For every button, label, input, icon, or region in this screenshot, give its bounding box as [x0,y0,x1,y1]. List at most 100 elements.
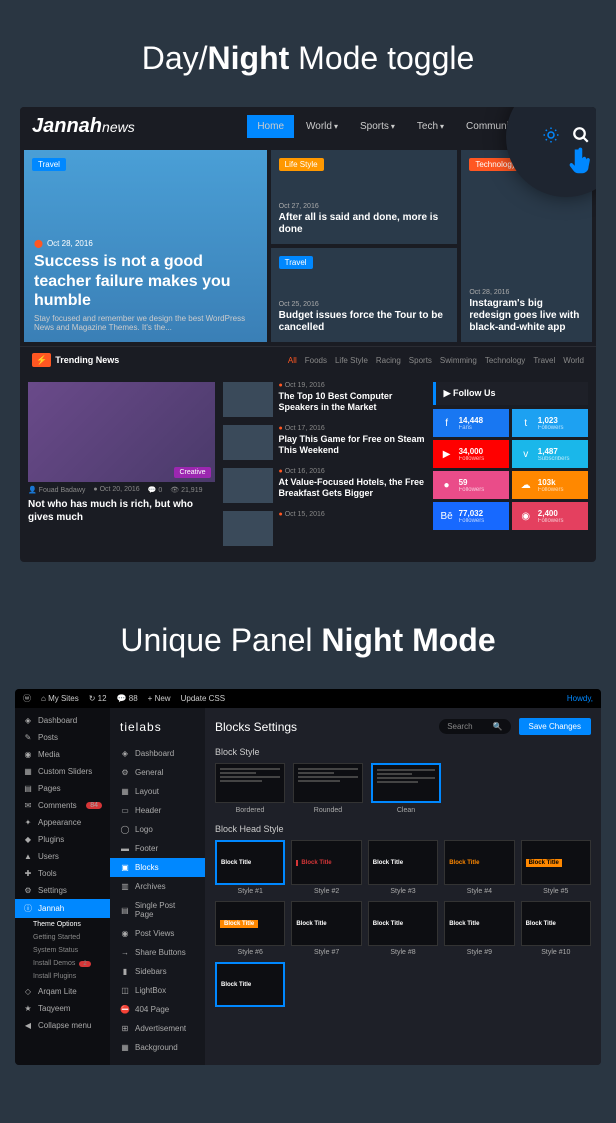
trending-cat[interactable]: Travel [533,356,555,365]
block-style-option[interactable]: Bordered [215,763,285,814]
wp-menu-item[interactable]: ⓘJannah [15,899,110,918]
wp-submenu-item[interactable]: Getting Started [15,931,110,944]
head-style-option[interactable]: Block Title [215,962,285,1010]
wp-menu-item[interactable]: ◈Dashboard [15,712,110,729]
block-style-option[interactable]: Rounded [293,763,363,814]
trending-cat[interactable]: Racing [376,356,401,365]
trending-cat[interactable]: Sports [409,356,432,365]
wp-menu-item[interactable]: ◆Plugins [15,831,110,848]
tie-menu-item[interactable]: ◈Dashboard [110,744,205,763]
hero-tag[interactable]: Travel [32,158,66,171]
wp-menu-item[interactable]: ▲Users [15,848,110,865]
tie-menu-item[interactable]: ◉Post Views [110,924,205,943]
social-icon: f [439,415,455,431]
hero-main-article[interactable]: Travel ⬤Oct 28, 2016 Success is not a go… [24,150,267,342]
new-button[interactable]: + New [148,694,171,703]
social-ig[interactable]: ◉2,400Followers [512,502,588,530]
tie-menu-item[interactable]: ▦Background [110,1038,205,1057]
head-style-option[interactable]: Block TitleStyle #2 [291,840,361,895]
social-be[interactable]: Bē77,032Followers [433,502,509,530]
head-style-option[interactable]: Block TitleStyle #1 [215,840,285,895]
howdy[interactable]: Howdy, [567,694,593,703]
tie-menu-item[interactable]: ⛔404 Page [110,1000,205,1019]
head-style-option[interactable]: Block TitleStyle #3 [368,840,438,895]
wp-menu-item[interactable]: ✚Tools [15,865,110,882]
comments-count[interactable]: 💬 88 [117,694,138,703]
hero-cell[interactable]: TravelOct 25, 2016Budget issues force th… [271,248,458,342]
wp-menu-item[interactable]: ◇Arqam Lite [15,983,110,1000]
head-style-option[interactable]: Block TitleStyle #9 [444,901,514,956]
trending-cat[interactable]: Technology [485,356,525,365]
tie-menu-item[interactable]: ▮Sidebars [110,962,205,981]
wp-submenu-item[interactable]: Install Demos2 [15,957,110,970]
trending-cat[interactable]: Life Style [335,356,368,365]
mini-article[interactable]: ● Oct 15, 2016 [223,511,425,546]
sun-icon[interactable] [542,126,560,149]
social-tw[interactable]: t1,023Followers [512,409,588,437]
trending-cat[interactable]: Foods [305,356,327,365]
wp-menu-item[interactable]: ⚙Settings [15,882,110,899]
wp-menu-item[interactable]: ◀Collapse menu [15,1017,110,1034]
tie-menu-item[interactable]: ▣Blocks [110,858,205,877]
nav-item-sports[interactable]: Sports▾ [350,115,405,138]
head-style-option[interactable]: Block TitleStyle #5 [521,840,591,895]
head-style-option[interactable]: Block TitleStyle #4 [444,840,514,895]
search-icon[interactable] [572,126,590,149]
head-style-option[interactable]: Block TitleStyle #7 [291,901,361,956]
tie-menu-item[interactable]: ◫LightBox [110,981,205,1000]
wp-menu-item[interactable]: ✉Comments84 [15,797,110,814]
block-style-option[interactable]: Clean [371,763,441,814]
head-style-option[interactable]: Block TitleStyle #6 [215,901,285,956]
tie-menu-item[interactable]: ▬Footer [110,839,205,858]
cell-tag[interactable]: Life Style [279,158,324,171]
wp-menu-item[interactable]: ▦Custom Sliders [15,763,110,780]
mini-article[interactable]: ● Oct 17, 2016Play This Game for Free on… [223,425,425,460]
wp-submenu-item[interactable]: Install Plugins [15,970,110,983]
updates-count[interactable]: ↻ 12 [89,694,107,703]
my-sites[interactable]: ⌂ My Sites [41,694,79,703]
tie-menu-item[interactable]: ◯Logo [110,820,205,839]
creative-tag[interactable]: Creative [174,467,210,478]
tie-menu-item[interactable]: ⊞Advertisement [110,1019,205,1038]
social-fb[interactable]: f14,448Fans [433,409,509,437]
mini-date: ● Oct 15, 2016 [279,511,425,518]
site-logo[interactable]: Jannahnews [32,115,135,138]
tie-menu-item[interactable]: ▦Layout [110,782,205,801]
wp-submenu-item[interactable]: Theme Options [15,918,110,931]
head-style-option[interactable]: Block TitleStyle #8 [368,901,438,956]
tie-menu-item[interactable]: ▤Single Post Page [110,896,205,924]
nav-item-tech[interactable]: Tech▾ [407,115,454,138]
wp-menu-item[interactable]: ▤Pages [15,780,110,797]
trending-cat[interactable]: World [563,356,584,365]
featured-image[interactable]: Creative [28,382,215,482]
social-vm[interactable]: v1,487Subscribers [512,440,588,468]
wp-logo-icon[interactable]: ⓦ [23,693,31,704]
nav-item-world[interactable]: World▾ [296,115,348,138]
trending-cat[interactable]: Swimming [440,356,477,365]
wp-menu-item[interactable]: ★Taqyeem [15,1000,110,1017]
wp-menu-item[interactable]: ✎Posts [15,729,110,746]
hero-cell[interactable]: Life StyleOct 27, 2016After all is said … [271,150,458,244]
wp-menu-item[interactable]: ◉Media [15,746,110,763]
mini-article[interactable]: ● Oct 16, 2016At Value-Focused Hotels, t… [223,468,425,503]
wp-submenu-item[interactable]: System Status [15,944,110,957]
mini-article[interactable]: ● Oct 19, 2016The Top 10 Best Computer S… [223,382,425,417]
tie-menu-item[interactable]: →Share Buttons [110,943,205,962]
social-dr[interactable]: ●59Followers [433,471,509,499]
head-style-option[interactable]: Block TitleStyle #10 [521,901,591,956]
save-button[interactable]: Save Changes [519,718,591,735]
trending-cat[interactable]: All [288,356,297,365]
author[interactable]: 👤 Fouad Badawy [28,486,85,494]
nav-item-home[interactable]: Home [247,115,294,138]
social-yt[interactable]: ▶34,000Followers [433,440,509,468]
featured-title[interactable]: Not who has much is rich, but who gives … [28,498,215,524]
cell-tag[interactable]: Travel [279,256,313,269]
social-sc[interactable]: ☁103kFollowers [512,471,588,499]
block-title-demo: Block Title [449,860,479,866]
wp-menu-item[interactable]: ✦Appearance [15,814,110,831]
tie-menu-item[interactable]: ▭Header [110,801,205,820]
tie-menu-item[interactable]: ⚙General [110,763,205,782]
update-css[interactable]: Update CSS [181,694,225,703]
search-input[interactable]: Search🔍 [439,719,510,734]
tie-menu-item[interactable]: ▥Archives [110,877,205,896]
